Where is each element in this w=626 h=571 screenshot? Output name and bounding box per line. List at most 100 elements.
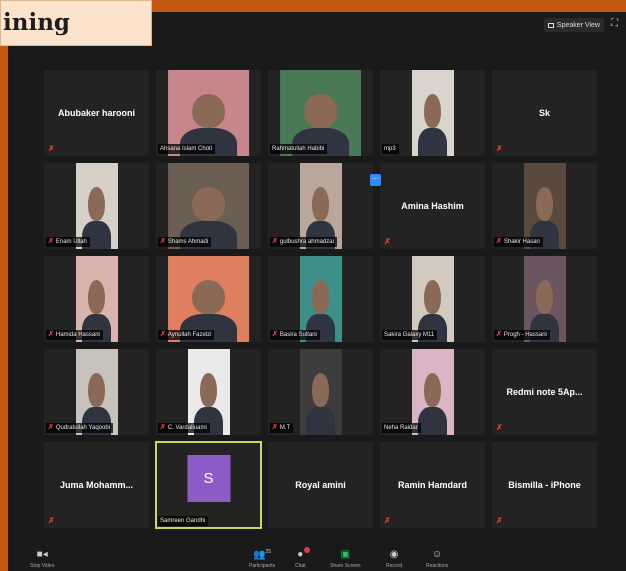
- participant-face: [536, 187, 553, 222]
- participant-name-label: Neha Raidar: [382, 423, 421, 433]
- participant-name: C. Vardaliuami: [167, 425, 207, 431]
- speaker-view-button[interactable]: Speaker View: [543, 18, 604, 32]
- video-camera-icon: ■◂: [36, 549, 48, 560]
- participant-name: Bismilla - iPhone: [508, 480, 581, 490]
- participant-face: [424, 280, 441, 315]
- muted-mic-icon: ✗: [384, 237, 391, 246]
- speaker-view-icon: [547, 22, 554, 28]
- pin-icon[interactable]: ⋯: [370, 174, 381, 186]
- participant-video: [411, 70, 454, 156]
- participant-tile[interactable]: Redmi note 5Ap... ✗: [492, 349, 597, 435]
- participant-name-label: ✗ Aynullah Fazelzi: [158, 330, 215, 340]
- participant-name: Hamida Hassani: [55, 332, 100, 338]
- participant-tile[interactable]: Ahsana Islam Choti: [156, 70, 261, 156]
- participant-tile[interactable]: ✗ M.T: [268, 349, 373, 435]
- reactions-button[interactable]: ☺ Reactions: [426, 549, 448, 569]
- participant-name: Rahmatullah Habibi: [272, 146, 325, 152]
- record-button[interactable]: ◉ Record: [386, 549, 402, 569]
- muted-mic-icon: ✗: [48, 331, 54, 338]
- participant-tile[interactable]: ✗ C. Vardaliuami: [156, 349, 261, 435]
- participant-tile[interactable]: Abubaker harooni ✗: [44, 70, 149, 156]
- participants-label: Participants: [249, 563, 276, 569]
- muted-mic-icon: ✗: [48, 516, 55, 525]
- share-screen-icon: ▣: [340, 549, 351, 560]
- participant-face: [312, 187, 329, 222]
- participant-face: [312, 373, 329, 408]
- participants-button[interactable]: 👥25 Participants: [249, 546, 275, 569]
- participant-name-label: ✗ Shams Ahmadi: [158, 237, 212, 247]
- participant-name: Shakir Hasan: [503, 239, 540, 245]
- participant-tile[interactable]: Ramin Hamdard ✗: [380, 442, 485, 528]
- participant-name: Samreen Gandhi: [160, 518, 206, 524]
- participant-tile[interactable]: Sakira Galaxy M11: [380, 256, 485, 342]
- muted-mic-icon: ✗: [496, 516, 503, 525]
- participant-tile[interactable]: Sk ✗: [492, 70, 597, 156]
- participant-tile[interactable]: ✗ Progh - Hassani: [492, 256, 597, 342]
- participant-face: [88, 373, 105, 408]
- participant-name: Enam Ullah: [55, 239, 87, 245]
- participant-name: Ahsana Islam Choti: [160, 146, 213, 152]
- training-banner: ining: [0, 0, 152, 46]
- avatar: S: [187, 455, 230, 502]
- participant-tile[interactable]: ✗ Enam Ullah: [44, 163, 149, 249]
- gallery-grid: Abubaker harooni ✗ Ahsana Islam Choti Rahma…: [44, 70, 600, 534]
- chat-label: Chat: [295, 563, 306, 569]
- participant-face: [304, 94, 337, 129]
- participant-face: [200, 373, 217, 408]
- participant-tile[interactable]: ✗ Basira Sultani: [268, 256, 373, 342]
- muted-mic-icon: ✗: [384, 516, 391, 525]
- participant-tile[interactable]: ✗ Aynullah Fazelzi: [156, 256, 261, 342]
- record-icon: ◉: [389, 549, 399, 560]
- participant-tile[interactable]: ✗ Shakir Hasan: [492, 163, 597, 249]
- participant-name: Amina Hashim: [401, 201, 464, 211]
- participant-face: [192, 187, 225, 222]
- participant-body: [305, 407, 336, 435]
- participant-tile[interactable]: ✗ Shams Ahmadi: [156, 163, 261, 249]
- muted-mic-icon: ✗: [496, 238, 502, 245]
- participant-tile[interactable]: mp3: [380, 70, 485, 156]
- record-label: Record: [386, 563, 403, 569]
- participant-name: Progh - Hassani: [503, 332, 547, 338]
- participant-tile[interactable]: ✗ Qudratullah Yaqoobi: [44, 349, 149, 435]
- stop-video-label: Stop Video: [30, 563, 55, 569]
- participant-name-label: ✗ Qudratullah Yaqoobi: [46, 423, 114, 433]
- participant-name-label: Ahsana Islam Choti: [158, 144, 216, 154]
- participant-tile[interactable]: Bismilla - iPhone ✗: [492, 442, 597, 528]
- participant-face: [312, 280, 329, 315]
- chat-button[interactable]: ● Chat: [295, 547, 310, 569]
- share-screen-label: Share Screen: [330, 563, 361, 569]
- reactions-label: Reactions: [426, 563, 449, 569]
- participant-name-label: ✗ gulbushra ahmadzai: [270, 237, 337, 247]
- muted-mic-icon: ✗: [160, 238, 166, 245]
- muted-mic-icon: ✗: [496, 331, 502, 338]
- participant-video: [299, 349, 342, 435]
- participant-name-label: ✗ Progh - Hassani: [494, 330, 550, 340]
- participant-name: Ramin Hamdard: [397, 480, 468, 490]
- participant-name: gulbushra ahmadzai: [279, 239, 334, 245]
- participant-body: [417, 407, 448, 435]
- muted-mic-icon: ✗: [272, 331, 278, 338]
- muted-mic-icon: ✗: [48, 238, 54, 245]
- participant-name-label: ✗ Enam Ullah: [46, 237, 90, 247]
- participant-tile[interactable]: Rahmatullah Habibi: [268, 70, 373, 156]
- participant-name: Qudratullah Yaqoobi: [55, 425, 111, 431]
- muted-mic-icon: ✗: [496, 144, 503, 153]
- participant-tile[interactable]: Amina Hashim ✗: [380, 163, 485, 249]
- participants-icon: 👥25: [253, 548, 272, 560]
- participant-tile[interactable]: Neha Raidar: [380, 349, 485, 435]
- share-screen-button[interactable]: ▣ Share Screen: [330, 549, 361, 569]
- zoom-meeting-window: Speaker View ⛶ Abubaker harooni ✗ Ahsana I…: [8, 12, 626, 571]
- participant-tile[interactable]: S Samreen Gandhi: [155, 441, 262, 529]
- participant-tile[interactable]: Royal amini: [268, 442, 373, 528]
- participant-face: [88, 280, 105, 315]
- stop-video-button[interactable]: ■◂ Stop Video: [30, 549, 54, 569]
- participant-tile[interactable]: ✗ Hamida Hassani: [44, 256, 149, 342]
- participant-name: mp3: [384, 146, 396, 152]
- participant-tile[interactable]: ✗ gulbushra ahmadzai: [268, 163, 373, 249]
- fullscreen-icon[interactable]: ⛶: [611, 18, 621, 30]
- participant-name: M.T: [279, 425, 291, 431]
- participant-name-label: ✗ Hamida Hassani: [46, 330, 103, 340]
- participant-name-label: Samreen Gandhi: [158, 516, 209, 526]
- participant-tile[interactable]: Juma Mohamm... ✗: [44, 442, 149, 528]
- participant-name: Aynullah Fazelzi: [167, 332, 212, 338]
